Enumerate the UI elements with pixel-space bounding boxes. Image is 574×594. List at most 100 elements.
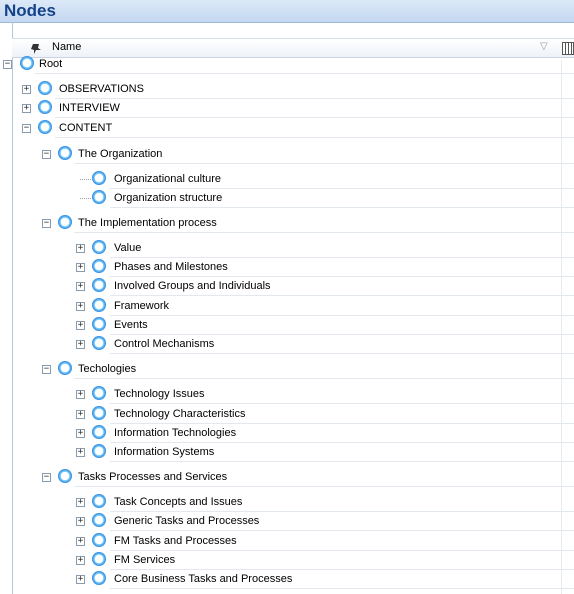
expand-icon[interactable]: + xyxy=(76,302,85,311)
row-divider xyxy=(74,486,574,487)
node-circle-icon xyxy=(92,494,106,508)
node-label: CONTENT xyxy=(59,122,113,134)
expand-icon[interactable]: + xyxy=(22,104,31,113)
node-circle-icon xyxy=(92,444,106,458)
row-divider xyxy=(35,73,574,74)
tree-row[interactable]: + Information Technologies xyxy=(0,424,574,443)
tree-row[interactable]: Organization structure xyxy=(0,189,574,208)
node-label: Information Technologies xyxy=(114,427,237,439)
expand-icon[interactable]: + xyxy=(76,537,85,546)
tree-row[interactable]: − The Implementation process xyxy=(0,214,574,233)
node-label: Phases and Milestones xyxy=(114,261,228,273)
row-divider xyxy=(74,163,574,164)
row-divider xyxy=(110,461,574,462)
expand-icon[interactable]: + xyxy=(76,390,85,399)
row-divider xyxy=(110,295,574,296)
tree-row[interactable]: + Involved Groups and Individuals xyxy=(0,277,574,296)
tree-row[interactable]: − Tasks Processes and Services xyxy=(0,468,574,487)
node-label: Information Systems xyxy=(114,446,215,458)
funnel-icon[interactable]: ▽ xyxy=(540,41,548,52)
collapse-icon[interactable]: − xyxy=(42,473,51,482)
node-circle-icon xyxy=(92,190,106,204)
tree-row[interactable]: + INTERVIEW xyxy=(0,99,574,118)
node-circle-icon xyxy=(92,336,106,350)
tree-row[interactable]: + Value xyxy=(0,239,574,258)
collapse-icon[interactable]: − xyxy=(22,124,31,133)
expand-icon[interactable]: + xyxy=(76,448,85,457)
tree-row[interactable]: + Technology Issues xyxy=(0,385,574,404)
collapse-icon[interactable]: − xyxy=(42,365,51,374)
row-divider xyxy=(55,117,574,118)
row-divider xyxy=(110,588,574,589)
node-label: Technology Issues xyxy=(114,388,205,400)
node-circle-icon xyxy=(92,425,106,439)
tree-row[interactable]: + Control Mechanisms xyxy=(0,335,574,354)
tree-row[interactable]: + Information Systems xyxy=(0,443,574,462)
expand-icon[interactable]: + xyxy=(76,556,85,565)
node-circle-icon xyxy=(92,240,106,254)
tree-row[interactable]: − CONTENT xyxy=(0,119,574,138)
node-circle-icon xyxy=(58,215,72,229)
node-circle-icon xyxy=(38,120,52,134)
row-divider xyxy=(55,137,574,138)
expand-icon[interactable]: + xyxy=(76,282,85,291)
tree-row[interactable]: + FM Tasks and Processes xyxy=(0,532,574,551)
node-circle-icon xyxy=(58,361,72,375)
node-label: Organizational culture xyxy=(114,173,222,185)
node-label: Tasks Processes and Services xyxy=(78,471,228,483)
node-circle-icon xyxy=(38,81,52,95)
expand-icon[interactable]: + xyxy=(76,321,85,330)
node-label: Control Mechanisms xyxy=(114,338,215,350)
node-circle-icon xyxy=(58,146,72,160)
node-label: Involved Groups and Individuals xyxy=(114,280,271,292)
collapse-icon[interactable]: − xyxy=(3,60,12,69)
expand-icon[interactable]: + xyxy=(76,410,85,419)
node-label: Root xyxy=(39,58,63,70)
expand-icon[interactable]: + xyxy=(76,340,85,349)
expand-icon[interactable]: + xyxy=(22,85,31,94)
expand-icon[interactable]: + xyxy=(76,498,85,507)
tree-row[interactable]: − Root xyxy=(0,55,574,74)
node-circle-icon xyxy=(92,406,106,420)
node-label: FM Services xyxy=(114,554,176,566)
expand-icon[interactable]: + xyxy=(76,244,85,253)
tree-row[interactable]: − The Organization xyxy=(0,145,574,164)
tree-row[interactable]: + FM Services xyxy=(0,551,574,570)
grid-icon[interactable] xyxy=(562,42,574,55)
node-circle-icon xyxy=(92,386,106,400)
tree-row[interactable]: + Task Concepts and Issues xyxy=(0,493,574,512)
panel-title: Nodes xyxy=(4,1,56,20)
collapse-icon[interactable]: − xyxy=(42,150,51,159)
node-circle-icon xyxy=(92,571,106,585)
node-label: Techologies xyxy=(78,363,137,375)
panel-title-bar: Nodes xyxy=(0,0,574,23)
tree-connector xyxy=(80,179,91,181)
node-label: Task Concepts and Issues xyxy=(114,496,243,508)
tree-row[interactable]: + Generic Tasks and Processes xyxy=(0,512,574,531)
row-divider xyxy=(110,530,574,531)
tree-row[interactable]: − Techologies xyxy=(0,360,574,379)
node-label: INTERVIEW xyxy=(59,102,120,114)
tree-row[interactable]: + Technology Characteristics xyxy=(0,405,574,424)
tree-row[interactable]: + Events xyxy=(0,316,574,335)
pushpin-icon[interactable] xyxy=(30,41,44,55)
tree-row[interactable]: + OBSERVATIONS xyxy=(0,80,574,99)
tree-row[interactable]: + Phases and Milestones xyxy=(0,258,574,277)
expand-icon[interactable]: + xyxy=(76,263,85,272)
node-label: Framework xyxy=(114,300,170,312)
expand-icon[interactable]: + xyxy=(76,575,85,584)
node-label: FM Tasks and Processes xyxy=(114,535,237,547)
name-column-header[interactable]: Name xyxy=(52,41,81,53)
tree-connector xyxy=(80,198,91,200)
node-label: Core Business Tasks and Processes xyxy=(114,573,293,585)
row-divider xyxy=(110,403,574,404)
tree-row[interactable]: + Core Business Tasks and Processes xyxy=(0,570,574,589)
node-circle-icon xyxy=(92,298,106,312)
expand-icon[interactable]: + xyxy=(76,517,85,526)
expand-icon[interactable]: + xyxy=(76,429,85,438)
tree-row[interactable]: + Framework xyxy=(0,297,574,316)
collapse-icon[interactable]: − xyxy=(42,219,51,228)
tree-row[interactable]: Organizational culture xyxy=(0,170,574,189)
node-label: Value xyxy=(114,242,142,254)
row-divider xyxy=(74,232,574,233)
